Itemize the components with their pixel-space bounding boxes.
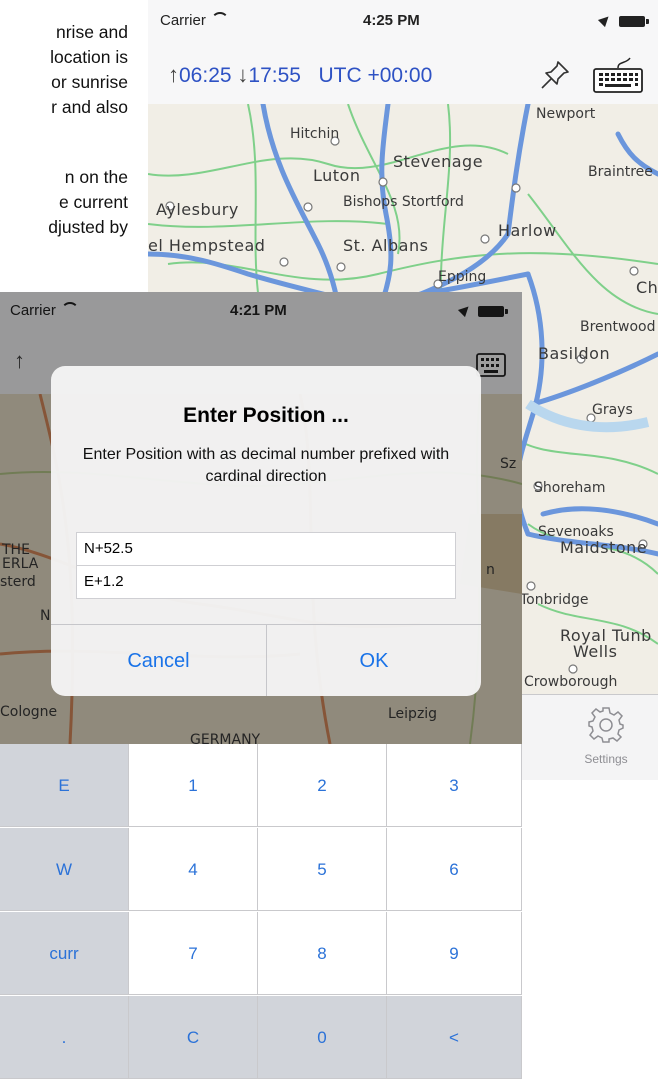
key-east[interactable]: E (0, 744, 129, 827)
key-1[interactable]: 1 (129, 744, 258, 827)
document-paragraph: nrise and location is or sunrise r and a… (0, 20, 128, 240)
longitude-field[interactable]: E+1.2 (76, 565, 456, 599)
sunset-arrow-icon: ↓ (237, 62, 249, 87)
status-time: 4:25 PM (363, 12, 420, 29)
keyboard-icon[interactable] (592, 56, 644, 94)
doc-line: r and also (51, 97, 128, 117)
sunrise-arrow-icon: ↑ (168, 62, 179, 87)
sunrise-time[interactable]: 06:25 (179, 64, 232, 87)
map-place: Crowborough (524, 674, 618, 690)
key-4[interactable]: 4 (129, 828, 258, 911)
wifi-icon (210, 12, 229, 24)
latitude-field[interactable]: N+52.5 (76, 532, 456, 566)
dialog-title: Enter Position ... (183, 404, 349, 427)
map-place: Braintree (588, 164, 653, 180)
doc-line: djusted by (48, 217, 128, 237)
dialog-buttons: Cancel OK (51, 624, 481, 696)
key-west[interactable]: W (0, 828, 129, 911)
battery-icon (619, 16, 649, 27)
dialog-message: Enter Position with as decimal number pr… (82, 446, 450, 485)
status-bar: Carrier 4:25 PM (148, 0, 658, 46)
sunset-time[interactable]: 17:55 (248, 64, 301, 87)
map-place: Epping (438, 269, 487, 285)
key-decimal[interactable]: . (0, 996, 129, 1079)
utc-offset[interactable]: UTC +00:00 (318, 64, 432, 87)
key-3[interactable]: 3 (387, 744, 522, 827)
ok-button[interactable]: OK (267, 625, 481, 696)
map-place: Basildon (538, 344, 611, 363)
map-place: Hitchin (290, 126, 340, 142)
map-place: Brentwood (580, 319, 656, 335)
custom-keypad: E 1 2 3 W 4 5 6 curr 7 8 9 . C 0 < (0, 744, 522, 1080)
map-place: Maidstone (560, 538, 648, 557)
pin-icon[interactable] (538, 58, 572, 92)
key-7[interactable]: 7 (129, 912, 258, 995)
sun-toolbar: ↑06:25 ↓17:55 UTC +00:00 (148, 46, 658, 105)
location-arrow-icon (597, 12, 613, 28)
key-8[interactable]: 8 (258, 912, 387, 995)
settings-tab-label: Settings (584, 752, 628, 766)
map-place: Ch (636, 278, 658, 297)
key-6[interactable]: 6 (387, 828, 522, 911)
enter-position-dialog: Enter Position ... Enter Position with a… (51, 366, 481, 696)
map-place: Shoreham (534, 480, 606, 496)
key-clear[interactable]: C (129, 996, 258, 1079)
map-place: Tonbridge (520, 592, 589, 608)
doc-line: nrise and (56, 22, 128, 42)
map-place: el Hempstead (148, 236, 266, 255)
key-2[interactable]: 2 (258, 744, 387, 827)
key-9[interactable]: 9 (387, 912, 522, 995)
map-place: Bishops Stortford (343, 194, 464, 210)
map-place: Harlow (498, 221, 557, 240)
map-place: Luton (313, 166, 361, 185)
key-current[interactable]: curr (0, 912, 129, 995)
doc-line: n on the (64, 167, 128, 187)
doc-line: location is (50, 47, 128, 67)
key-0[interactable]: 0 (258, 996, 387, 1079)
doc-line: or sunrise (51, 72, 128, 92)
map-place: Newport (536, 106, 596, 122)
map-place: St. Albans (343, 236, 429, 255)
map-place: Aylesbury (156, 200, 239, 219)
map-place: Grays (592, 402, 633, 418)
cancel-button[interactable]: Cancel (51, 625, 266, 696)
carrier-label: Carrier (160, 12, 229, 29)
map-place: Wells (573, 642, 618, 661)
map-place: Stevenage (393, 152, 484, 171)
tab-settings[interactable]: Settings (566, 705, 646, 766)
key-5[interactable]: 5 (258, 828, 387, 911)
key-backspace[interactable]: < (387, 996, 522, 1079)
sun-times: ↑06:25 ↓17:55 UTC +00:00 (168, 62, 432, 88)
gear-icon (588, 707, 624, 743)
front-phone-screen: Carrier 4:21 PM ↑ THE ERLA sterd N Colog… (0, 292, 522, 1080)
doc-line: e current (58, 192, 128, 212)
